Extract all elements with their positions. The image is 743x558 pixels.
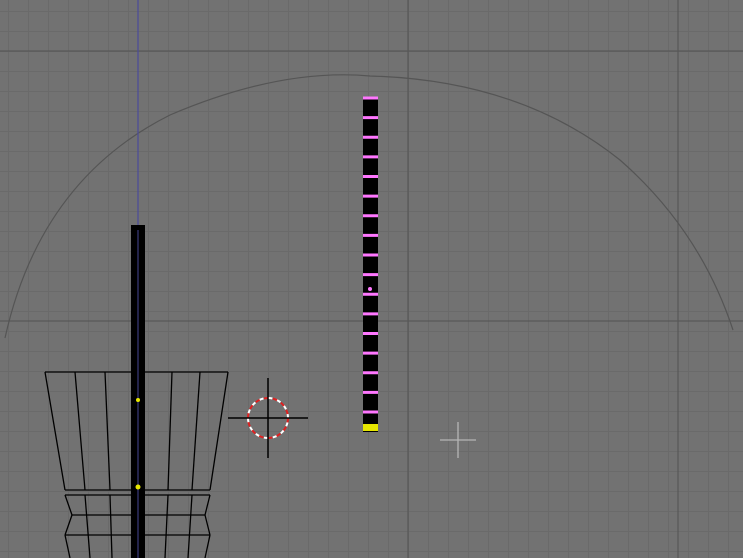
selected-vertex[interactable] <box>363 96 378 100</box>
crosshair-icon <box>440 422 476 458</box>
active-vertex <box>363 424 378 431</box>
selected-vertex[interactable] <box>363 410 378 414</box>
selected-vertex[interactable] <box>363 332 378 335</box>
selected-vertex[interactable] <box>363 233 378 237</box>
selected-vertex[interactable] <box>363 253 378 257</box>
selected-vertex[interactable] <box>363 155 378 159</box>
selected-vertex[interactable] <box>363 292 378 296</box>
selected-vertex[interactable] <box>363 194 378 198</box>
selected-vertex[interactable] <box>363 371 378 375</box>
selected-vertex[interactable] <box>363 351 378 355</box>
selected-vertex[interactable] <box>363 273 378 277</box>
selected-vertex[interactable] <box>363 214 378 218</box>
selected-vertex[interactable] <box>363 390 378 394</box>
edit-mode-vertex-column[interactable] <box>363 96 378 433</box>
3d-viewport[interactable] <box>0 0 743 558</box>
selected-vertex[interactable] <box>363 135 378 139</box>
viewport-canvas[interactable] <box>0 0 743 558</box>
3d-cursor-icon[interactable] <box>228 378 308 458</box>
object-center-dot <box>368 287 372 291</box>
selected-vertex[interactable] <box>363 175 378 178</box>
selected-vertex[interactable] <box>363 116 378 120</box>
selected-vertex[interactable] <box>363 312 378 316</box>
